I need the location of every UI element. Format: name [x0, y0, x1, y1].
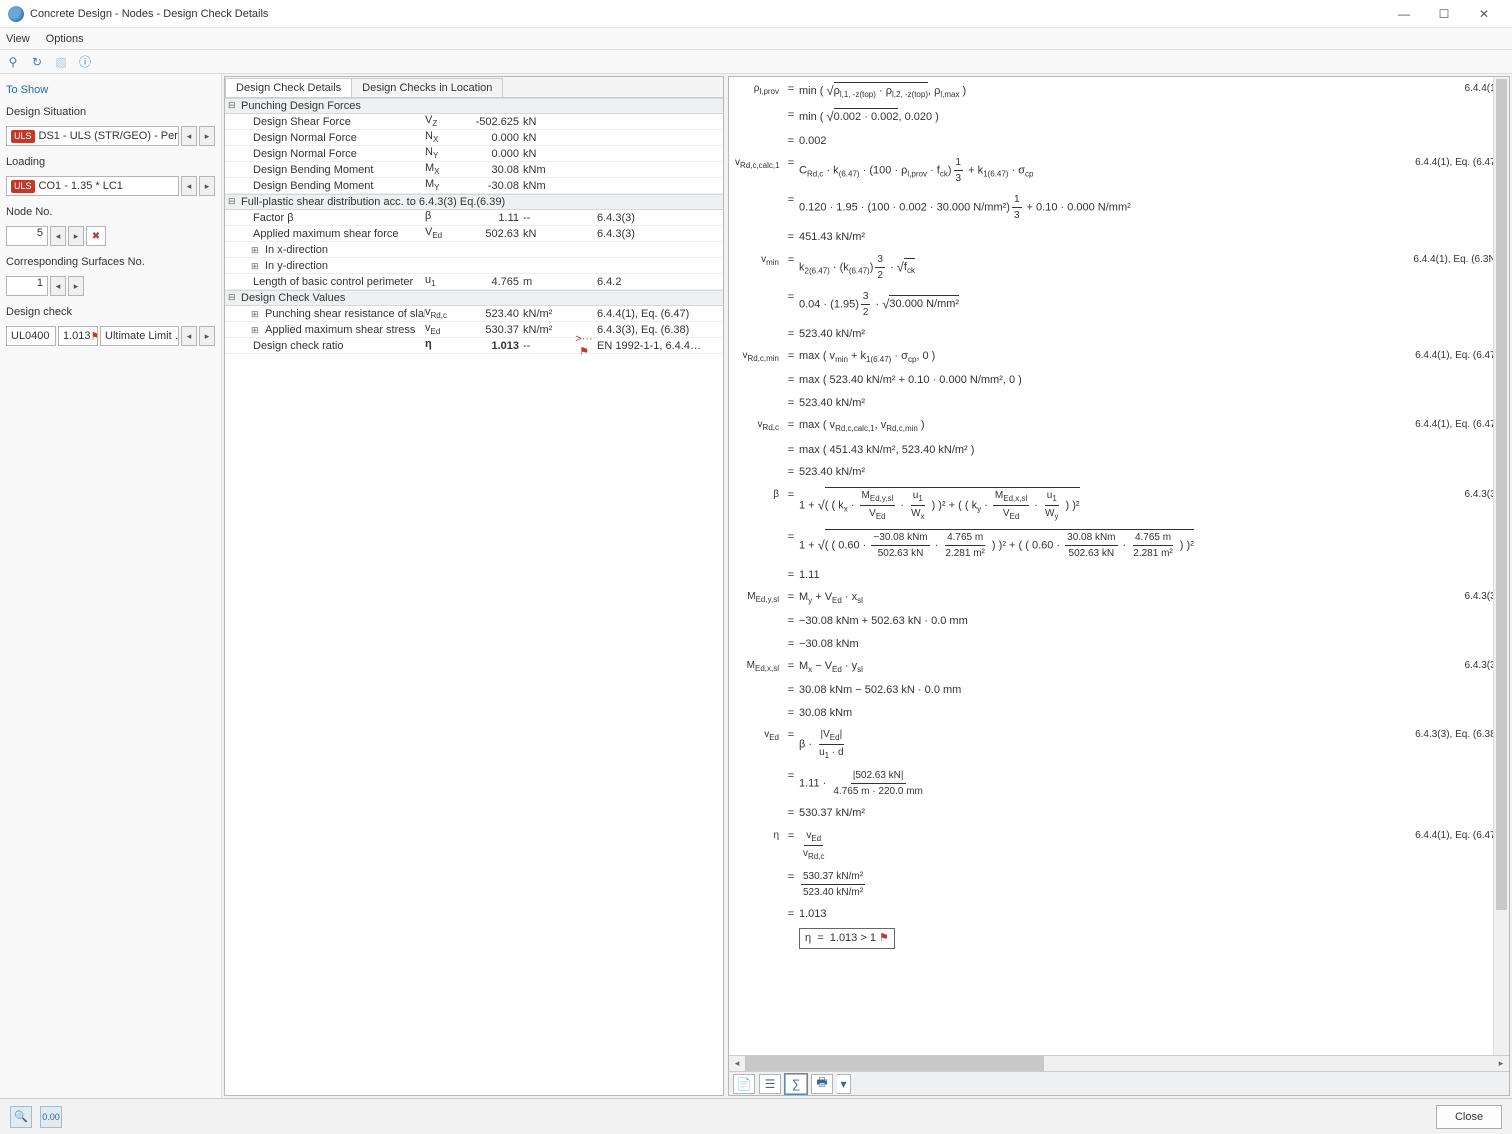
table-row[interactable]: In y-direction	[225, 258, 723, 274]
next-dc-button[interactable]: ▸	[199, 326, 215, 346]
tab-design-checks-location[interactable]: Design Checks in Location	[351, 78, 503, 97]
prev-surface-button[interactable]: ◂	[50, 276, 66, 296]
help-icon[interactable]: ⓘ	[76, 53, 94, 71]
table-row[interactable]: Punching shear resistance of slab witho……	[225, 306, 723, 322]
tab-design-check-details[interactable]: Design Check Details	[225, 78, 352, 97]
dc-code: UL0400	[6, 326, 56, 346]
refresh-icon[interactable]: ↻	[28, 53, 46, 71]
prev-node-button[interactable]: ◂	[50, 226, 66, 246]
table-row[interactable]: Design Bending Moment MX 30.08 kNm	[225, 162, 723, 178]
menu-view[interactable]: View	[6, 33, 30, 45]
print-dropdown-icon[interactable]: ▾	[837, 1074, 851, 1094]
next-node-button[interactable]: ▸	[68, 226, 84, 246]
table-row[interactable]: Length of basic control perimeter u1 4.7…	[225, 274, 723, 290]
surfaces-label: Corresponding Surfaces No.	[6, 256, 215, 268]
group-header[interactable]: Full-plastic shear distribution acc. to …	[225, 194, 723, 210]
window-title: Concrete Design - Nodes - Design Check D…	[30, 8, 1384, 20]
formula-icon[interactable]: ∑	[785, 1074, 807, 1094]
decimals-icon[interactable]: 0.00	[40, 1106, 62, 1128]
app-icon	[8, 6, 24, 22]
loading-dropdown[interactable]: ULS CO1 - 1.35 * LC1	[6, 176, 179, 196]
table-row[interactable]: Design Normal Force NX 0.000 kN	[225, 130, 723, 146]
prev-loading-button[interactable]: ◂	[181, 176, 197, 196]
filter-icon[interactable]: ⚲	[4, 53, 22, 71]
print-icon[interactable]: 🖶	[811, 1074, 833, 1094]
toolbar: ⚲ ↻ ▧ ⓘ	[0, 50, 1512, 74]
dc-ratio: 1.013 ⚑	[58, 326, 98, 346]
new-page-icon[interactable]: 📄	[733, 1074, 755, 1094]
calculation-scroll[interactable]: ρl,prov= min ( √ρl,1, -z(top) · ρl,2, -z…	[729, 77, 1509, 1055]
to-show-heading: To Show	[6, 84, 215, 96]
table-row[interactable]: In x-direction	[225, 242, 723, 258]
menu-options[interactable]: Options	[46, 33, 84, 45]
table-row[interactable]: Applied maximum shear stress vEd 530.37 …	[225, 322, 723, 338]
node-no-input[interactable]: 5	[6, 226, 48, 246]
table-row[interactable]: Factor β β 1.11 -- 6.4.3(3)	[225, 210, 723, 226]
maximize-button[interactable]: ☐	[1424, 0, 1464, 28]
horizontal-scrollbar[interactable]: ◂▸	[729, 1055, 1509, 1071]
table-row[interactable]: Design Normal Force NY 0.000 kN	[225, 146, 723, 162]
table-row[interactable]: Applied maximum shear force VEd 502.63 k…	[225, 226, 723, 242]
table-row[interactable]: Design check ratio η 1.013 -- >··· ⚑ EN …	[225, 338, 723, 354]
table-row[interactable]: Design Bending Moment MY -30.08 kNm	[225, 178, 723, 194]
clear-node-button[interactable]: ✖︎	[86, 226, 106, 246]
group-header[interactable]: Design Check Values	[225, 290, 723, 306]
next-surface-button[interactable]: ▸	[68, 276, 84, 296]
calc-toolbar: 📄 ☰ ∑ 🖶 ▾	[729, 1071, 1509, 1095]
minimize-button[interactable]: —	[1384, 0, 1424, 28]
design-check-label: Design check	[6, 306, 215, 318]
design-situation-label: Design Situation	[6, 106, 215, 118]
list-icon[interactable]: ☰	[759, 1074, 781, 1094]
uls-badge: ULS	[11, 130, 35, 143]
title-bar: Concrete Design - Nodes - Design Check D…	[0, 0, 1512, 28]
prev-dc-button[interactable]: ◂	[181, 326, 197, 346]
uls-badge-2: ULS	[11, 180, 35, 193]
next-loading-button[interactable]: ▸	[199, 176, 215, 196]
next-design-situation-button[interactable]: ▸	[199, 126, 215, 146]
close-button[interactable]: Close	[1436, 1105, 1502, 1129]
calculation-pane: ρl,prov= min ( √ρl,1, -z(top) · ρl,2, -z…	[728, 76, 1510, 1096]
close-window-button[interactable]: ✕	[1464, 0, 1504, 28]
footer: 🔍 0.00 Close	[0, 1098, 1512, 1134]
menu-bar: View Options	[0, 28, 1512, 50]
sidebar: To Show Design Situation ULS DS1 - ULS (…	[0, 74, 222, 1098]
design-situation-dropdown[interactable]: ULS DS1 - ULS (STR/GEO) - Permane…	[6, 126, 179, 146]
loading-label: Loading	[6, 156, 215, 168]
group-header[interactable]: Punching Design Forces	[225, 98, 723, 114]
design-check-table: Design Check Details Design Checks in Lo…	[224, 76, 724, 1096]
export-icon: ▧	[52, 53, 70, 71]
dc-desc-dropdown[interactable]: Ultimate Limit … ⌄	[100, 326, 179, 346]
node-no-label: Node No.	[6, 206, 215, 218]
prev-design-situation-button[interactable]: ◂	[181, 126, 197, 146]
vertical-scrollbar[interactable]	[1493, 77, 1509, 1055]
units-icon[interactable]: 🔍	[10, 1106, 32, 1128]
surfaces-input[interactable]: 1	[6, 276, 48, 296]
table-row[interactable]: Design Shear Force VZ -502.625 kN	[225, 114, 723, 130]
